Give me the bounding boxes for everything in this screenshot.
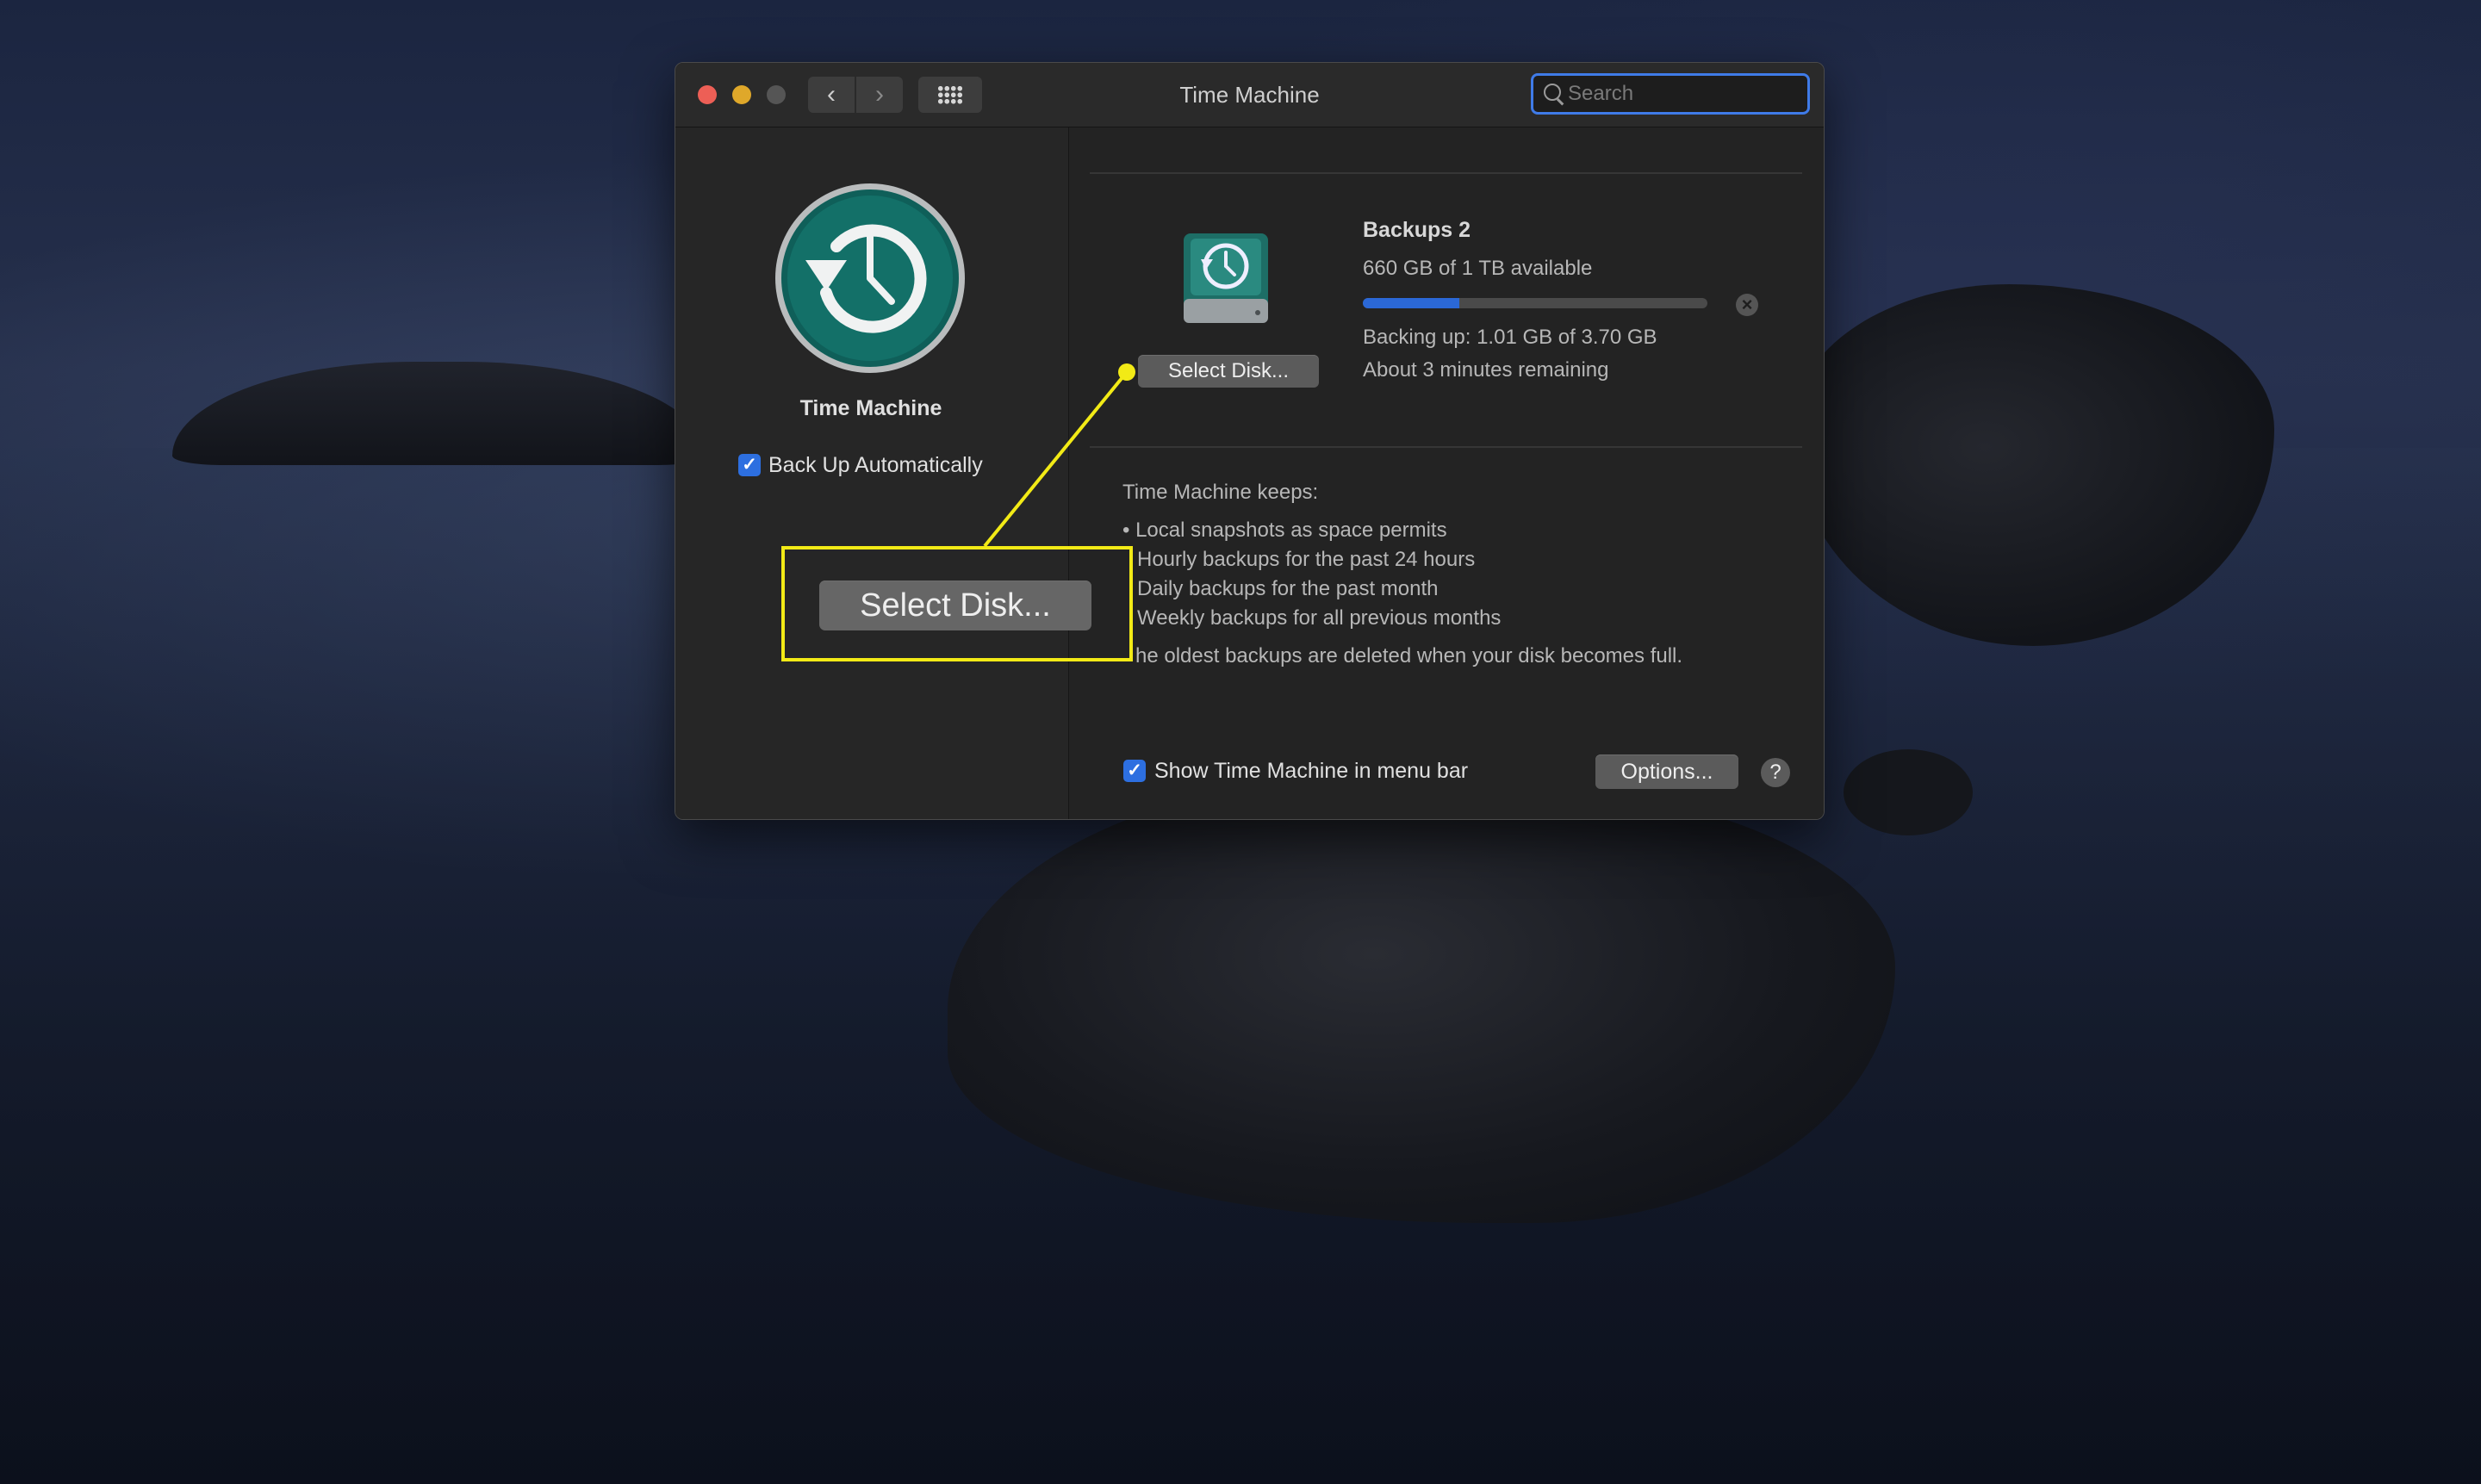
search-placeholder: Search: [1568, 82, 1634, 105]
backup-disk-icon: [1184, 233, 1268, 323]
info-item: • Local snapshots as space permits: [1122, 518, 1447, 542]
back-up-automatically-checkbox[interactable]: ✓: [738, 454, 761, 476]
select-disk-button[interactable]: Select Disk...: [1138, 355, 1319, 388]
show-in-menu-bar-checkbox[interactable]: ✓: [1123, 760, 1146, 782]
options-button[interactable]: Options...: [1595, 754, 1738, 789]
backup-progress-bar: [1363, 298, 1707, 308]
search-field[interactable]: Search: [1531, 73, 1810, 115]
backup-progress-fill: [1363, 298, 1459, 308]
show-in-menu-bar-label: Show Time Machine in menu bar: [1154, 759, 1469, 783]
backup-remaining: About 3 minutes remaining: [1363, 358, 1609, 382]
wallpaper-island-main: [948, 775, 1895, 1223]
stop-backup-button[interactable]: ×: [1736, 294, 1758, 316]
disk-name: Backups 2: [1363, 218, 1471, 242]
close-icon: ×: [1741, 294, 1753, 315]
checkmark-icon: ✓: [1127, 761, 1142, 780]
back-up-automatically-label: Back Up Automatically: [768, 453, 983, 477]
info-footer: he oldest backups are deleted when your …: [1135, 644, 1683, 667]
info-item: Daily backups for the past month: [1137, 577, 1439, 600]
checkmark-icon: ✓: [742, 455, 757, 475]
backup-status: Backing up: 1.01 GB of 3.70 GB: [1363, 326, 1657, 349]
top-divider: [1090, 172, 1802, 174]
time-machine-icon: [775, 183, 965, 373]
search-icon: [1544, 84, 1561, 101]
info-item-text: Local snapshots as space permits: [1135, 518, 1447, 542]
info-item: Hourly backups for the past 24 hours: [1137, 548, 1476, 571]
title-bar: ‹ › Time Machine Search: [675, 63, 1824, 127]
sidebar-app-name: Time Machine: [799, 396, 942, 420]
wallpaper-hills: [172, 362, 706, 465]
callout-highlight-box: [781, 546, 1133, 661]
wallpaper-rock: [1844, 749, 1973, 835]
disk-availability: 660 GB of 1 TB available: [1363, 257, 1593, 280]
time-machine-window: ‹ › Time Machine Search: [675, 62, 1825, 820]
middle-divider: [1090, 446, 1802, 448]
info-item: Weekly backups for all previous months: [1137, 606, 1502, 630]
info-heading: Time Machine keeps:: [1122, 481, 1319, 504]
help-button[interactable]: ?: [1761, 758, 1790, 787]
